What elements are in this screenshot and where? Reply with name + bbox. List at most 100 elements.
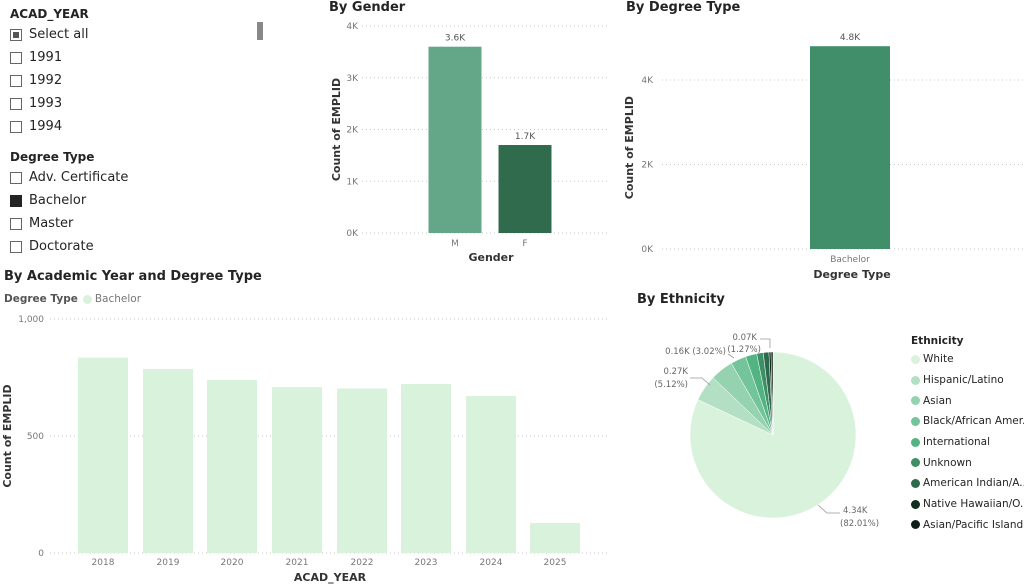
slicer-item-doctorate[interactable]: Doctorate — [10, 235, 128, 258]
legend-item[interactable]: American Indian/A... — [911, 473, 1024, 494]
slicer-item-select-all[interactable]: Select all — [10, 23, 88, 46]
bar[interactable] — [810, 46, 890, 250]
leader-line — [817, 504, 840, 514]
slicer-item-label: 1992 — [29, 73, 63, 88]
bar[interactable] — [401, 384, 451, 553]
x-tick-label: 2018 — [92, 558, 115, 568]
slicer-item-master[interactable]: Master — [10, 212, 128, 235]
legend-label[interactable]: Bachelor — [95, 293, 141, 305]
legend-label: White — [923, 353, 954, 366]
degree-type-slicer-title: Degree Type — [10, 150, 95, 164]
legend-item[interactable]: International — [911, 432, 1024, 453]
bar[interactable] — [466, 395, 516, 553]
checkbox-icon[interactable] — [10, 97, 22, 110]
slicer-item-label: Doctorate — [29, 239, 94, 254]
bar[interactable] — [428, 46, 482, 234]
legend-item[interactable]: Native Hawaiian/O... — [911, 494, 1024, 515]
slicer-scrollbar[interactable] — [257, 22, 263, 40]
y-tick-label: 0K — [641, 245, 654, 255]
degree-chart: 0K 2K 4K 4.8K Bachelor Degree Type Count of EM… — [623, 33, 1024, 281]
y-tick-label: 4K — [346, 22, 359, 32]
legend-dot-icon — [82, 294, 92, 304]
legend-label: International — [923, 436, 991, 449]
y-tick-label: 2K — [346, 126, 359, 136]
bar[interactable] — [498, 145, 552, 233]
x-tick-label: 2024 — [480, 558, 503, 568]
y-axis-title: Count of EMPLID — [330, 78, 343, 181]
y-tick-label: 4K — [641, 76, 654, 86]
leader-line — [760, 338, 771, 348]
legend-label: American Indian/A... — [923, 477, 1024, 490]
degree-type-slicer: Adv. Certificate Bachelor Master Doctorate — [10, 166, 128, 258]
legend-dot-icon — [911, 396, 920, 406]
slicer-item-label: Bachelor — [29, 193, 87, 208]
legend-label: Black/African Amer... — [923, 415, 1024, 428]
legend-dot-icon — [911, 458, 920, 468]
slicer-item-1993[interactable]: 1993 — [10, 92, 88, 115]
legend-item[interactable]: White — [911, 349, 1024, 370]
pie-data-label: 0.07K — [733, 333, 758, 343]
data-label: 3.6K — [445, 34, 466, 44]
pie-data-label: 0.27K — [664, 367, 689, 377]
y-axis-title: Count of EMPLID — [623, 96, 636, 199]
legend-label: Native Hawaiian/O... — [923, 498, 1024, 511]
x-axis-title: ACAD_YEAR — [294, 571, 367, 584]
slicer-item-label: 1991 — [29, 50, 63, 65]
y-tick-label: 0K — [346, 229, 359, 239]
slicer-item-1992[interactable]: 1992 — [10, 69, 88, 92]
slicer-item-bachelor[interactable]: Bachelor — [10, 189, 128, 212]
ethnicity-legend: Ethnicity White Hispanic/Latino Asian Black… — [911, 335, 1024, 535]
bar[interactable] — [530, 523, 580, 553]
slicer-item-1991[interactable]: 1991 — [10, 46, 88, 69]
legend-dot-icon — [911, 499, 920, 509]
checkbox-icon[interactable] — [10, 74, 22, 87]
y-tick-label: 2K — [641, 161, 654, 171]
legend-label: Unknown — [923, 456, 972, 469]
checkbox-icon[interactable] — [10, 120, 22, 133]
legend-item[interactable]: Black/African Amer... — [911, 411, 1024, 432]
year-chart-title: By Academic Year and Degree Type — [4, 269, 262, 284]
bar[interactable] — [207, 380, 257, 553]
pie-data-label: (1.27%) — [727, 345, 761, 355]
x-tick-label: 2020 — [221, 558, 244, 568]
data-label: 4.8K — [840, 33, 861, 43]
pie-data-label: (82.01%) — [840, 519, 879, 529]
x-axis-title: Degree Type — [813, 268, 890, 281]
legend-item[interactable]: Asian — [911, 390, 1024, 411]
x-tick-label: F — [522, 239, 527, 249]
bar[interactable] — [272, 387, 322, 553]
y-tick-label: 500 — [27, 432, 44, 442]
y-tick-label: 0 — [38, 549, 44, 559]
checkbox-icon[interactable] — [10, 51, 22, 64]
x-axis-title: Gender — [468, 251, 514, 264]
y-axis-title: Count of EMPLID — [1, 384, 14, 487]
bar[interactable] — [337, 388, 387, 553]
checkbox-icon[interactable] — [10, 194, 22, 207]
slicer-item-adv-certificate[interactable]: Adv. Certificate — [10, 166, 128, 189]
x-tick-label: 2019 — [157, 558, 180, 568]
year-chart: 0 500 1,000 2018 2019 2020 2021 2022 2023 2024 202… — [1, 315, 610, 584]
slicer-item-label: 1994 — [29, 119, 63, 134]
data-label: 1.7K — [515, 132, 536, 142]
legend-item[interactable]: Asian/Pacific Island... — [911, 515, 1024, 536]
bar[interactable] — [78, 357, 128, 553]
ethnicity-pie-chart: 4.34K (82.01%) 0.27K (5.12%) 0.16K (3.02%) 0.… — [654, 333, 879, 529]
x-tick-label: 2021 — [286, 558, 309, 568]
legend-item[interactable]: Unknown — [911, 452, 1024, 473]
checkbox-icon[interactable] — [10, 171, 22, 184]
acad-year-slicer: Select all 1991 1992 1993 1994 — [10, 23, 88, 138]
bar[interactable] — [143, 369, 193, 553]
slicer-item-label: 1993 — [29, 96, 63, 111]
y-tick-label: 1,000 — [18, 315, 44, 325]
ethnicity-chart-title: By Ethnicity — [637, 292, 725, 307]
pie-data-label: 4.34K — [843, 506, 868, 516]
acad-year-slicer-title: ACAD_YEAR — [10, 7, 89, 21]
legend-label: Asian/Pacific Island... — [923, 518, 1024, 531]
slicer-item-label: Select all — [29, 27, 89, 42]
slicer-item-1994[interactable]: 1994 — [10, 115, 88, 138]
checkbox-icon[interactable] — [10, 240, 22, 253]
checkbox-icon[interactable] — [10, 28, 22, 41]
x-tick-label: 2023 — [415, 558, 438, 568]
checkbox-icon[interactable] — [10, 217, 22, 230]
legend-item[interactable]: Hispanic/Latino — [911, 370, 1024, 391]
